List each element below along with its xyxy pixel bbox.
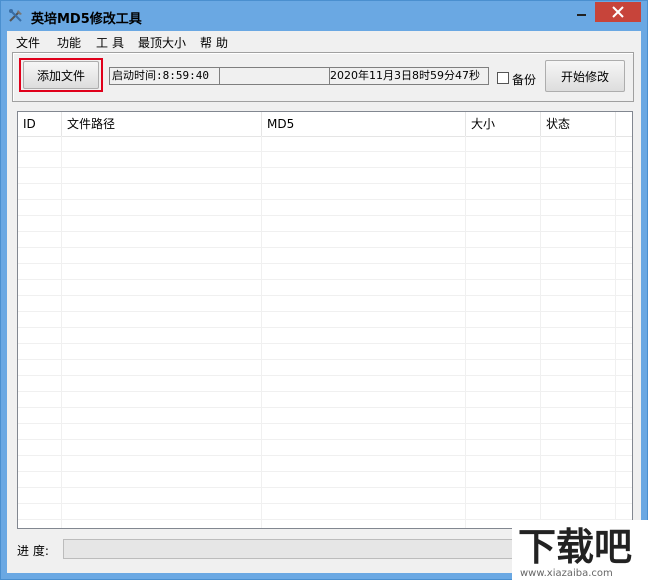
minimize-icon (576, 14, 586, 16)
title-bar[interactable]: 英培MD5修改工具 (1, 1, 647, 31)
backup-checkbox[interactable] (497, 72, 509, 84)
start-time-text: 启动时间:8:59:40 (110, 68, 220, 84)
status-middle (220, 68, 330, 84)
tools-icon (9, 9, 22, 22)
watermark-logo: 下载吧 www.xiazaiba.com (512, 520, 648, 580)
window-title: 英培MD5修改工具 (31, 12, 142, 27)
column-size[interactable]: 大小 (466, 112, 541, 136)
menu-tools[interactable]: 工具 (96, 34, 128, 51)
grid-divider (261, 136, 262, 528)
grid-divider (615, 136, 616, 528)
progress-label: 进 度: (17, 544, 49, 558)
menu-topmost-size[interactable]: 最顶大小 (138, 34, 186, 51)
grid-divider (465, 136, 466, 528)
grid-divider (61, 136, 62, 528)
client-area: 文件 功能 工具 最顶大小 帮助 添加文件 启动时间:8:59:40 2020年… (7, 31, 641, 573)
menu-bar: 文件 功能 工具 最顶大小 帮助 (7, 31, 641, 51)
menu-function[interactable]: 功能 (57, 34, 81, 51)
column-file-path[interactable]: 文件路径 (62, 112, 262, 136)
menu-file[interactable]: 文件 (16, 34, 40, 51)
add-file-button[interactable]: 添加文件 (23, 61, 99, 89)
app-window: 英培MD5修改工具 文件 功能 工具 最顶大小 帮助 添加文件 启动时间:8:5… (0, 0, 648, 580)
backup-label[interactable]: 备份 (512, 71, 536, 88)
svg-text:www.xiazaiba.com: www.xiazaiba.com (520, 568, 613, 579)
close-icon (612, 6, 624, 18)
start-modify-button[interactable]: 开始修改 (545, 60, 625, 92)
column-status[interactable]: 状态 (541, 112, 616, 136)
svg-text:下载吧: 下载吧 (518, 525, 632, 569)
column-md5[interactable]: MD5 (262, 112, 466, 136)
column-id[interactable]: ID (18, 112, 62, 136)
current-datetime-text: 2020年11月3日8时59分47秒 (330, 69, 480, 82)
close-button[interactable] (595, 2, 641, 22)
status-bar: 启动时间:8:59:40 2020年11月3日8时59分47秒 (109, 67, 489, 85)
file-list[interactable]: ID 文件路径 MD5 大小 状态 (17, 111, 633, 529)
grid-divider (540, 136, 541, 528)
minimize-button[interactable] (569, 2, 593, 22)
menu-help[interactable]: 帮助 (200, 34, 232, 51)
list-header: ID 文件路径 MD5 大小 状态 (18, 112, 632, 137)
